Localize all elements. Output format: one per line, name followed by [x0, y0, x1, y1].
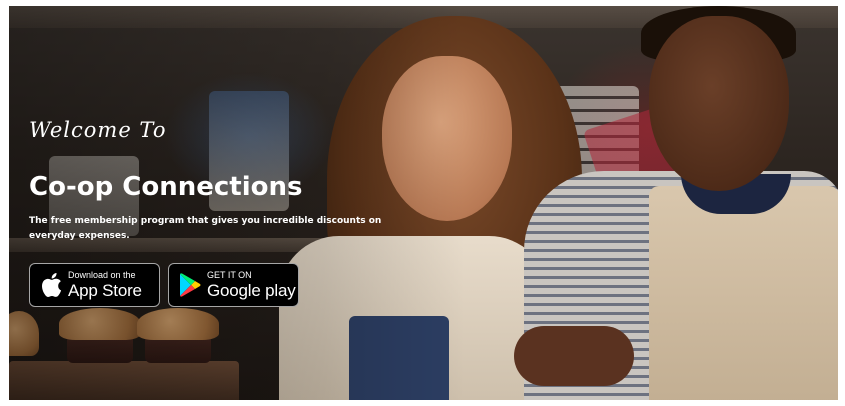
google-play-big-text: Google play	[207, 281, 296, 300]
app-store-label: Download on the App Store	[68, 270, 142, 300]
welcome-heading: Welcome To	[29, 118, 167, 142]
google-play-small-text: GET IT ON	[207, 270, 252, 280]
app-store-button[interactable]: Download on the App Store	[29, 263, 160, 307]
google-play-icon	[173, 273, 207, 297]
app-store-big-text: App Store	[68, 281, 142, 300]
apple-icon	[34, 272, 68, 298]
hero-banner: Welcome To Co-op Connections The free me…	[9, 6, 838, 400]
google-play-label: GET IT ON Google play	[207, 270, 296, 300]
hero-subtitle: The free membership program that gives y…	[29, 216, 382, 241]
google-play-button[interactable]: GET IT ON Google play	[168, 263, 299, 307]
app-store-small-text: Download on the	[68, 270, 136, 280]
text-overlay-gradient	[9, 6, 838, 400]
page-title: Co-op Connections	[29, 172, 303, 202]
